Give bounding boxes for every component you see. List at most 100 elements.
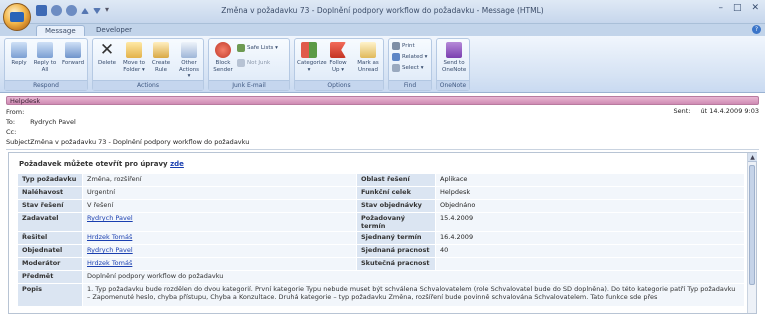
- mark-unread-label: Mark as Unread: [357, 60, 379, 73]
- not-junk-label: Not Junk: [247, 60, 271, 66]
- person-link[interactable]: Rydrych Pavel: [87, 214, 133, 222]
- find-group: Print Related ▾ Select ▾ Find: [388, 38, 432, 91]
- not-junk-button[interactable]: Not Junk: [237, 59, 270, 67]
- select-label: Select ▾: [402, 65, 424, 71]
- other-actions-button[interactable]: Other Actions ▾: [177, 42, 201, 80]
- request-edit-link[interactable]: zde: [170, 160, 184, 168]
- close-button[interactable]: ✕: [751, 3, 759, 13]
- ribbon: Reply Reply to All Forward Respond ✕ Del…: [0, 36, 765, 93]
- reply-all-icon: [37, 42, 53, 58]
- safe-lists-button[interactable]: Safe Lists ▾: [237, 44, 278, 52]
- print-label: Print: [402, 43, 415, 49]
- description-field-value: 1. Typ požadavku bude rozdělen do dvou k…: [83, 284, 744, 306]
- field-label: Oblast řešení: [357, 174, 435, 186]
- categorize-label: Categorize ▾: [297, 60, 327, 73]
- field-value: 16.4.2009: [436, 232, 744, 244]
- field-label: Objednatel: [18, 245, 82, 257]
- send-to-onenote-button[interactable]: Send to OneNote: [442, 42, 466, 73]
- request-text: Požadavek můžete otevřít pro úpravy: [19, 160, 168, 168]
- forward-button[interactable]: Forward: [61, 42, 85, 67]
- reply-button[interactable]: Reply: [7, 42, 31, 67]
- help-icon[interactable]: ?: [752, 25, 761, 34]
- scroll-up-icon[interactable]: ▲: [748, 153, 757, 162]
- printer-icon: [392, 42, 400, 50]
- print-button[interactable]: Print: [392, 42, 415, 50]
- field-value: Helpdesk: [436, 187, 744, 199]
- junk-email-group: Block Sender Safe Lists ▾ Not Junk Junk …: [208, 38, 290, 91]
- categorize-button[interactable]: Categorize ▾: [297, 42, 327, 73]
- block-sender-label: Block Sender: [213, 60, 233, 73]
- other-actions-label: Other Actions ▾: [178, 60, 200, 79]
- respond-group-label: Respond: [5, 80, 87, 90]
- field-label: Typ požadavku: [18, 174, 82, 186]
- other-actions-icon: [181, 42, 197, 58]
- header-divider: [6, 149, 759, 150]
- field-label: Stav objednávky: [357, 200, 435, 212]
- tab-developer[interactable]: Developer: [88, 25, 140, 36]
- person-link-cell: Hrdzek Tomáš: [83, 258, 356, 270]
- create-rule-button[interactable]: Create Rule: [149, 42, 173, 73]
- title-bar: ▾ Změna v požadavku 73 - Doplnění podpor…: [0, 0, 765, 31]
- to-row: To: Rydrych Pavel: [6, 118, 76, 126]
- onenote-icon: [446, 42, 462, 58]
- request-edit-line: Požadavek můžete otevřít pro úpravy zde: [19, 160, 184, 168]
- select-button[interactable]: Select ▾: [392, 64, 423, 72]
- person-link[interactable]: Rydrych Pavel: [87, 246, 133, 254]
- subject-row: Subject: Změna v požadavku 73 - Doplnění…: [6, 138, 249, 146]
- table-row: Moderátor Hrdzek Tomáš Skutečná pracnost: [18, 258, 744, 270]
- field-label: Požadovaný termín: [357, 213, 435, 231]
- rule-icon: [153, 42, 169, 58]
- person-link-cell: Hrdzek Tomáš: [83, 232, 356, 244]
- office-button[interactable]: [3, 3, 31, 31]
- table-row: Předmět Doplnění podpory workflow do pož…: [18, 271, 744, 283]
- field-value: 15.4.2009: [436, 213, 744, 231]
- junk-email-group-label: Junk E-mail: [209, 80, 289, 90]
- sent-row: Sent: út 14.4.2009 9:03: [673, 107, 759, 115]
- delete-icon: ✕: [99, 40, 115, 60]
- sent-value: út 14.4.2009 9:03: [700, 107, 759, 115]
- delete-button[interactable]: ✕ Delete: [95, 42, 119, 67]
- folder-icon: [126, 42, 142, 58]
- flag-icon: [330, 42, 346, 58]
- related-button[interactable]: Related ▾: [392, 53, 427, 61]
- related-icon: [392, 53, 400, 61]
- field-label: Řešitel: [18, 232, 82, 244]
- description-field-label: Popis: [18, 284, 82, 306]
- follow-up-button[interactable]: Follow Up ▾: [326, 42, 350, 73]
- maximize-button[interactable]: □: [733, 3, 742, 13]
- field-value: Změna, rozšíření: [83, 174, 356, 186]
- table-row: Typ požadavku Změna, rozšíření Oblast řeše…: [18, 174, 744, 186]
- from-row: From:: [6, 108, 28, 116]
- envelope-icon: [360, 42, 376, 58]
- field-label: Zadavatel: [18, 213, 82, 231]
- subject-label: Subject:: [6, 138, 33, 146]
- onenote-group: Send to OneNote OneNote: [436, 38, 470, 91]
- table-row: Řešitel Hrdzek Tomáš Sjednaný termín 16.4.2…: [18, 232, 744, 244]
- person-link[interactable]: Hrdzek Tomáš: [87, 233, 132, 241]
- person-link[interactable]: Hrdzek Tomáš: [87, 259, 132, 267]
- field-label: Naléhavost: [18, 187, 82, 199]
- message-body[interactable]: Požadavek můžete otevřít pro úpravy zde …: [8, 152, 757, 314]
- actions-group: ✕ Delete Move to Folder ▾ Create Rule Ot…: [92, 38, 204, 91]
- not-junk-icon: [237, 59, 245, 67]
- mark-unread-button[interactable]: Mark as Unread: [356, 42, 380, 73]
- request-details-table: Typ požadavku Změna, rozšíření Oblast řeše…: [17, 173, 745, 307]
- table-row: Objednatel Rydrych Pavel Sjednaná pracnost…: [18, 245, 744, 257]
- delete-label: Delete: [97, 60, 117, 66]
- block-sender-button[interactable]: Block Sender: [211, 42, 235, 73]
- vertical-scrollbar[interactable]: ▲: [747, 153, 757, 313]
- reply-icon: [11, 42, 27, 58]
- subject-field-label: Předmět: [18, 271, 82, 283]
- scroll-thumb[interactable]: [749, 165, 755, 285]
- respond-group: Reply Reply to All Forward Respond: [4, 38, 88, 91]
- move-to-folder-button[interactable]: Move to Folder ▾: [122, 42, 146, 73]
- select-icon: [392, 64, 400, 72]
- to-value[interactable]: Rydrych Pavel: [30, 118, 76, 126]
- minimize-button[interactable]: –: [718, 3, 723, 13]
- reply-all-button[interactable]: Reply to All: [33, 42, 57, 73]
- actions-group-label: Actions: [93, 80, 203, 90]
- table-row: Zadavatel Rydrych Pavel Požadovaný termín 1…: [18, 213, 744, 231]
- create-rule-label: Create Rule: [151, 60, 171, 73]
- tab-message[interactable]: Message: [36, 25, 85, 36]
- subject-value: Změna v požadavku 73 - Doplnění podpory …: [30, 138, 250, 146]
